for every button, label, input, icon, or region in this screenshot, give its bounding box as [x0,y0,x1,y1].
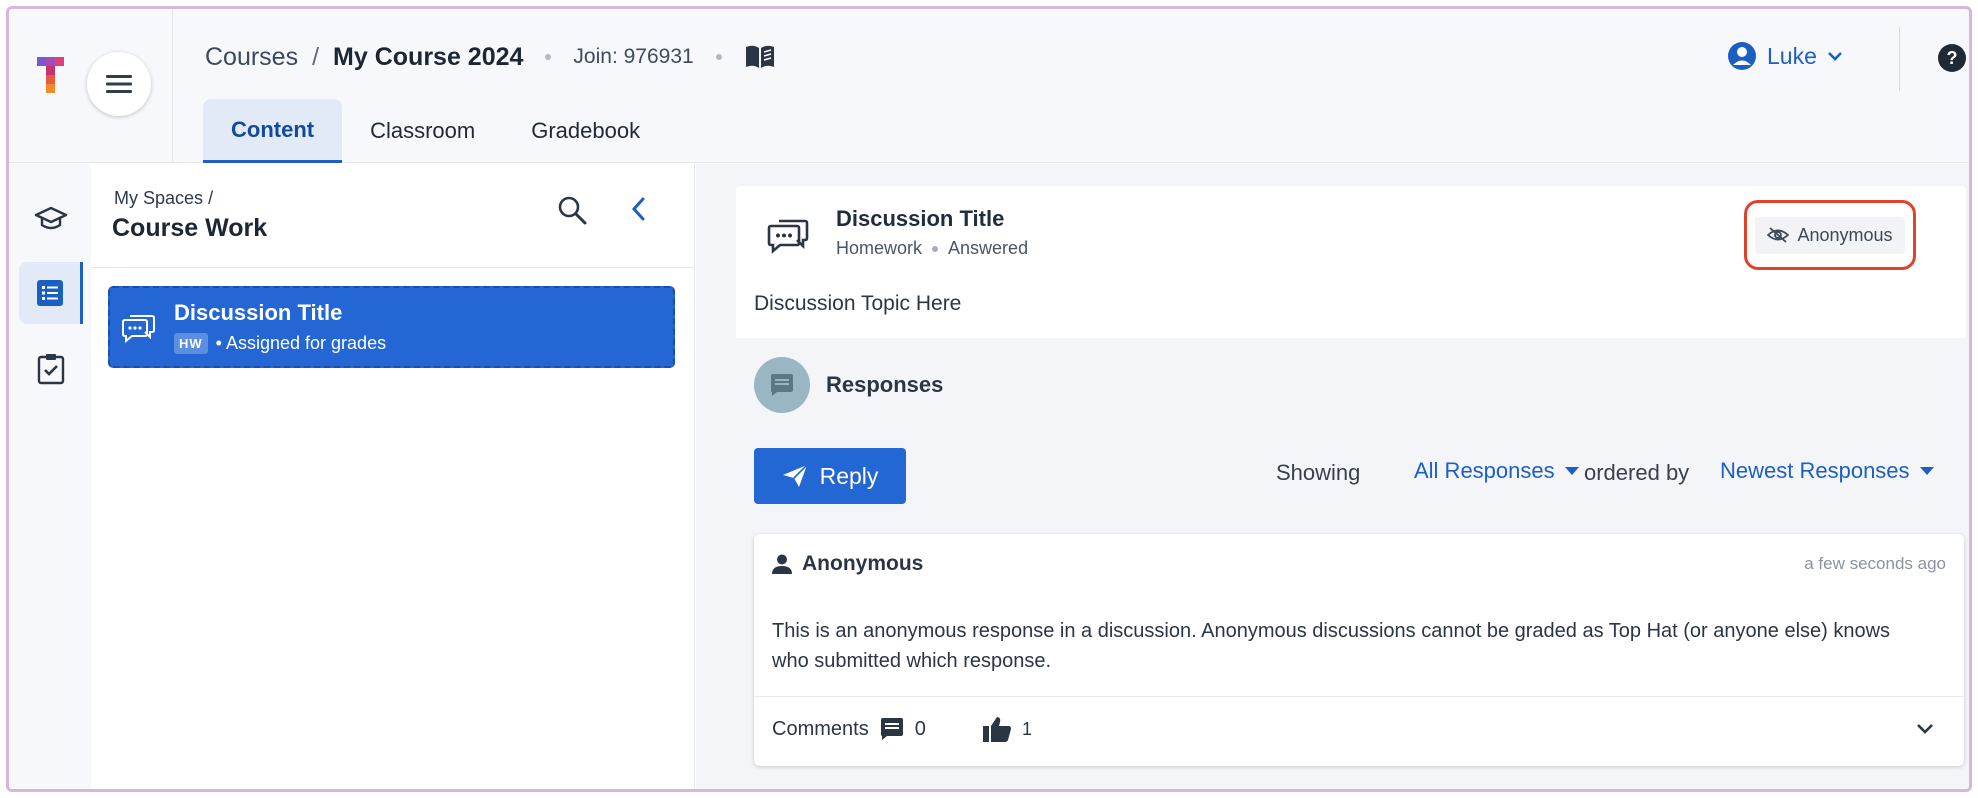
content-panel: My Spaces / Course Work Discussion Title… [92,164,695,789]
homework-badge: HW [174,333,208,354]
sort-value: Newest Responses [1720,458,1910,483]
response-author: Anonymous [772,552,923,576]
menu-button[interactable] [87,52,151,116]
rail-assignments[interactable] [19,338,83,400]
caret-down-icon [1564,467,1579,475]
ordered-by-label: ordered by [1584,460,1690,485]
discussion-view: Discussion Title Homework Answered Anony… [696,164,1969,789]
discussion-type: Homework [836,238,923,258]
response-footer: Comments 0 1 [754,696,1964,766]
response-author-name: Anonymous [802,552,924,575]
discussion-state: Answered [948,238,1029,258]
response-timestamp: a few seconds ago [1804,554,1946,573]
sort-dropdown[interactable]: Newest Responses [1720,458,1934,484]
showing-label: Showing [1276,460,1361,485]
rail-content-list[interactable] [19,262,83,324]
anonymous-label: Anonymous [1797,224,1893,245]
likes-count: 1 [1022,718,1033,739]
discussion-topic: Discussion Topic Here [754,292,962,315]
comments-button[interactable]: Comments 0 [772,717,926,741]
list-icon [36,280,63,306]
responses-avatar [754,357,810,413]
breadcrumb-courses-link[interactable]: Courses [205,43,298,72]
separator-dot [715,54,722,60]
course-title: My Course 2024 [333,42,524,71]
discussion-title: Discussion Title [836,206,1005,231]
separator-dot [932,245,939,252]
top-header: Courses / My Course 2024 Join: 976931 Co… [9,9,1969,163]
chevron-down-icon[interactable] [1916,723,1934,735]
graduation-cap-icon [34,206,68,230]
user-menu[interactable]: Luke [1727,41,1843,71]
logo-column [9,9,173,163]
comments-label: Comments [772,717,869,740]
user-circle-icon [1728,42,1756,70]
list-item-status: • Assigned for grades [215,333,387,353]
eye-off-icon [1767,227,1790,243]
reply-label: Reply [819,462,879,489]
tab-content[interactable]: Content [203,99,343,163]
course-tabs: Content Classroom Gradebook [203,99,668,163]
user-name: Luke [1767,42,1817,69]
discussion-meta: Homework Answered [836,238,1028,259]
header-divider [1899,27,1900,91]
panel-breadcrumb: My Spaces / [114,188,213,209]
reply-button[interactable]: Reply [754,448,906,504]
thumbs-up-icon [983,717,1011,742]
comment-icon [771,374,793,396]
filter-dropdown[interactable]: All Responses [1414,458,1579,484]
comment-icon [880,718,903,740]
comments-count: 0 [914,717,926,740]
book-button[interactable] [744,44,776,70]
search-icon[interactable] [556,194,588,226]
caret-down-icon [1919,467,1934,475]
panel-title: Course Work [112,214,268,242]
list-item-discussion[interactable]: Discussion Title HW • Assigned for grade… [108,286,675,368]
top-hat-logo [37,57,64,93]
rail-courses[interactable] [19,188,83,250]
like-button[interactable]: 1 [982,715,1032,743]
separator-dot [545,54,552,60]
discussion-icon [122,315,155,344]
breadcrumb-separator: / [208,188,214,208]
list-item-subtitle: HW • Assigned for grades [174,333,386,354]
clipboard-check-icon [37,354,65,385]
tab-gradebook[interactable]: Gradebook [503,99,668,163]
help-icon[interactable]: ? [1937,43,1967,73]
side-rail [9,164,91,789]
breadcrumb-separator: / [312,42,320,71]
send-icon [782,464,808,487]
chevron-down-icon [1827,52,1842,61]
breadcrumb: Courses / My Course 2024 Join: 976931 [205,37,776,77]
responses-heading: Responses [826,372,944,397]
my-spaces-link[interactable]: My Spaces [114,188,203,208]
discussion-icon [767,219,809,254]
menu-icon [106,75,132,93]
person-icon [772,554,792,574]
filter-value: All Responses [1414,458,1555,483]
join-code: Join: 976931 [573,45,694,68]
chevron-left-icon[interactable] [629,196,649,222]
app-window: Courses / My Course 2024 Join: 976931 Co… [6,6,1972,792]
list-item-title: Discussion Title [174,300,343,325]
svg-text:?: ? [1947,48,1958,68]
anonymous-badge: Anonymous [1744,200,1916,270]
response-card: Anonymous a few seconds ago This is an a… [754,534,1964,766]
panel-header: My Spaces / Course Work [92,164,694,268]
tab-classroom[interactable]: Classroom [342,99,503,163]
anonymous-badge-inner: Anonymous [1755,216,1905,254]
response-body: This is an anonymous response in a discu… [772,620,1891,672]
book-icon [745,45,774,68]
